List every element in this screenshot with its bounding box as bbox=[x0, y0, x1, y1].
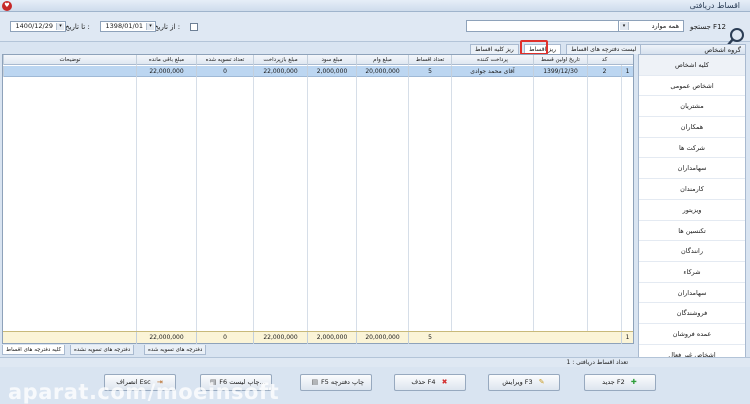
tab-installment-books[interactable]: لیست دفترچه های اقساط bbox=[566, 44, 642, 54]
column-header[interactable]: کد bbox=[587, 55, 621, 65]
group-item[interactable]: سهامداران bbox=[639, 158, 745, 180]
calendar-dropdown-icon[interactable]: ▾ bbox=[146, 23, 154, 30]
column-header[interactable]: مبلغ وام bbox=[356, 55, 408, 65]
group-item[interactable]: اشخاص عمومی bbox=[639, 76, 745, 97]
printer-icon: ▤ bbox=[311, 378, 319, 386]
cell-count: 5 bbox=[408, 66, 451, 77]
to-date-input[interactable]: 1400/12/29 ▾ bbox=[10, 21, 66, 32]
group-item[interactable]: تکنسین ها bbox=[639, 221, 745, 242]
cell-first-date: 1399/12/30 bbox=[533, 66, 587, 77]
footer-settled: 0 bbox=[196, 332, 253, 344]
group-item[interactable]: مشتریان bbox=[639, 96, 745, 118]
footer-loan: 20,000,000 bbox=[356, 332, 408, 344]
edit-button-label: ویرایش F3 bbox=[502, 378, 533, 386]
column-header[interactable]: تعداد تسویه شده bbox=[196, 55, 253, 65]
title-bar: ♥ اقساط دریافتی bbox=[0, 0, 750, 12]
tab-settled-books[interactable]: دفترچه های تسویه شده bbox=[144, 345, 207, 355]
watermark-text: aparat.com/moeinsoft bbox=[8, 380, 280, 404]
pencil-icon: ✎ bbox=[538, 378, 545, 386]
group-item[interactable]: کلیه اشخاص bbox=[639, 55, 745, 76]
group-item[interactable]: کارمندان bbox=[639, 179, 745, 200]
tab-all-installment-details[interactable]: ریز کلیه اقساط bbox=[470, 44, 519, 54]
column-header[interactable]: پرداخت کننده bbox=[451, 55, 533, 65]
group-item[interactable]: عمده فروشان bbox=[639, 324, 745, 345]
group-item[interactable]: شرکاء bbox=[639, 262, 745, 283]
edit-button[interactable]: ویرایش F3 ✎ bbox=[488, 374, 560, 391]
grid-footer-totals: 1 5 20,000,000 2,000,000 22,000,000 0 22… bbox=[3, 331, 633, 344]
to-date-value: 1400/12/29 bbox=[15, 22, 53, 30]
group-item[interactable]: ویزیتور bbox=[639, 200, 745, 221]
cell-loan: 20,000,000 bbox=[356, 66, 408, 77]
filter-toolbar: از تاریخ : 1398/01/01 ▾ تا تاریخ : 1400/… bbox=[0, 12, 750, 46]
print-book-button[interactable]: ▤ F5 چاپ دفترچه bbox=[300, 374, 372, 391]
group-item[interactable]: شرکت ها bbox=[639, 138, 745, 159]
from-date-label: از تاریخ : bbox=[154, 23, 181, 31]
column-header[interactable]: تاریخ اولین قسط bbox=[533, 55, 587, 65]
print-book-button-label: F5 چاپ دفترچه bbox=[320, 378, 365, 386]
search-label: جستجو F12 bbox=[690, 23, 726, 31]
tab-all-books[interactable]: کلیه دفترچه های اقساط bbox=[2, 345, 66, 355]
group-item[interactable]: سهامداران bbox=[639, 283, 745, 304]
column-header[interactable]: تعداد اقساط bbox=[408, 55, 451, 65]
app-heart-icon[interactable]: ♥ bbox=[2, 1, 12, 11]
cell-profit: 2,000,000 bbox=[307, 66, 356, 77]
status-bar: تعداد اقساط دریافتی : 1 bbox=[0, 357, 750, 367]
highlight-annotation bbox=[520, 40, 548, 55]
search-scope-value: همه موارد bbox=[651, 22, 679, 30]
grid-header: کد تاریخ اولین قسط پرداخت کننده تعداد اق… bbox=[3, 55, 633, 65]
date-filter-checkbox[interactable] bbox=[190, 23, 198, 31]
from-date-input[interactable]: 1398/01/01 ▾ bbox=[100, 21, 156, 32]
footer-profit: 2,000,000 bbox=[307, 332, 356, 344]
cell-description bbox=[3, 66, 136, 77]
column-header[interactable]: مبلغ باقی مانده bbox=[136, 55, 196, 65]
new-button-label: جدید F2 bbox=[602, 378, 625, 386]
installments-grid: کد تاریخ اولین قسط پرداخت کننده تعداد اق… bbox=[2, 54, 634, 344]
footer-remaining: 22,000,000 bbox=[136, 332, 196, 344]
chevron-down-icon[interactable]: ▾ bbox=[620, 22, 629, 30]
to-date-label: تا تاریخ : bbox=[65, 23, 90, 31]
calendar-dropdown-icon[interactable]: ▾ bbox=[56, 23, 64, 30]
group-item[interactable]: رانندگان bbox=[639, 241, 745, 262]
cell-repayment: 22,000,000 bbox=[253, 66, 307, 77]
column-header[interactable]: مبلغ بازپرداخت bbox=[253, 55, 307, 65]
column-header[interactable]: توضیحات bbox=[3, 55, 136, 65]
footer-count: 5 bbox=[408, 332, 451, 344]
footer-repayment: 22,000,000 bbox=[253, 332, 307, 344]
delete-x-icon: ✖ bbox=[441, 378, 448, 386]
group-item[interactable]: همکاران bbox=[639, 117, 745, 138]
table-row[interactable]: 1 2 1399/12/30 آقای محمد جوادی 5 20,000,… bbox=[3, 66, 633, 77]
plus-icon: ✚ bbox=[630, 378, 637, 386]
cell-remaining: 22,000,000 bbox=[136, 66, 196, 77]
people-groups-header: گروه اشخاص bbox=[639, 45, 745, 55]
tab-unsettled-books[interactable]: دفترچه های تسویه نشده bbox=[70, 345, 135, 355]
delete-button-label: حذف F4 bbox=[411, 378, 436, 386]
people-groups-panel: گروه اشخاص کلیه اشخاص اشخاص عمومی مشتریا… bbox=[638, 44, 746, 366]
search-input[interactable] bbox=[466, 20, 628, 32]
row-indicator: 1 bbox=[621, 66, 633, 77]
group-item[interactable]: فروشندگان bbox=[639, 303, 745, 324]
search-scope-select[interactable]: ▾ همه موارد bbox=[618, 20, 684, 32]
from-date-value: 1398/01/01 bbox=[105, 22, 143, 30]
cell-code: 2 bbox=[587, 66, 621, 77]
footer-index: 1 bbox=[621, 332, 633, 344]
delete-button[interactable]: حذف F4 ✖ bbox=[394, 374, 466, 391]
column-header[interactable]: مبلغ سود bbox=[307, 55, 356, 65]
cell-settled: 0 bbox=[196, 66, 253, 77]
window-title: اقساط دریافتی bbox=[689, 1, 740, 10]
new-button[interactable]: جدید F2 ✚ bbox=[584, 374, 656, 391]
cell-payer: آقای محمد جوادی bbox=[451, 66, 533, 77]
